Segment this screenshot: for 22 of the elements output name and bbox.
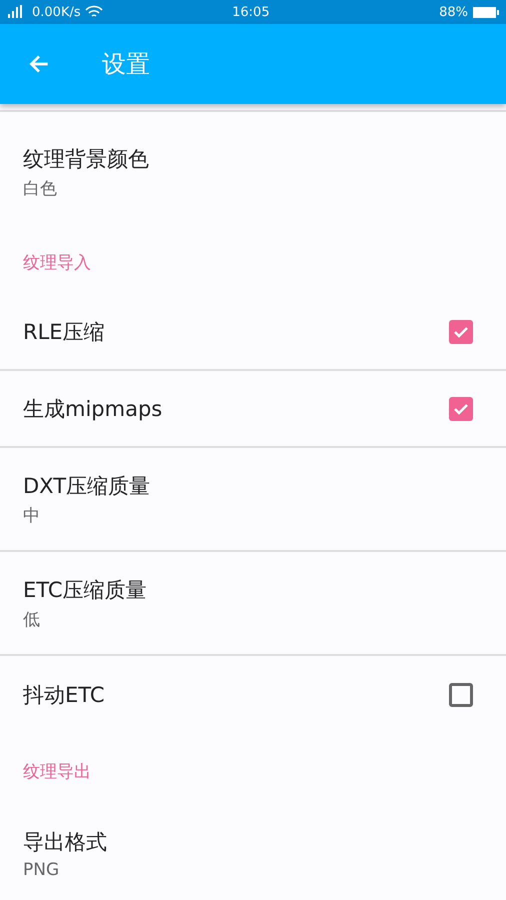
- network-speed: 0.00K/s: [32, 4, 81, 20]
- battery-level: 88%: [439, 4, 468, 20]
- setting-title[interactable]: 纹理背景颜色: [23, 144, 483, 172]
- setting-value: 低: [23, 608, 41, 630]
- section-header: 纹理导入: [23, 252, 91, 274]
- setting-title[interactable]: 生成mipmaps: [23, 394, 449, 422]
- clock: 16:05: [231, 4, 271, 20]
- checkbox[interactable]: [449, 320, 473, 344]
- section-header: 纹理导出: [23, 760, 91, 782]
- setting-title[interactable]: 导出格式: [23, 828, 483, 856]
- setting-value: 中: [23, 504, 41, 526]
- setting-value: 白色: [23, 178, 58, 200]
- wifi-icon: [84, 5, 103, 19]
- screen-title: 设置: [102, 49, 150, 80]
- setting-title[interactable]: DXT压缩质量: [23, 472, 483, 500]
- setting-title[interactable]: ETC压缩质量: [23, 576, 483, 604]
- checkbox[interactable]: [449, 396, 473, 420]
- setting-value: PNG: [23, 860, 60, 880]
- battery-icon: [472, 6, 500, 18]
- setting-title[interactable]: RLE压缩: [23, 318, 449, 346]
- checkbox[interactable]: [449, 682, 473, 706]
- setting-title[interactable]: 抖动ETC: [23, 680, 449, 708]
